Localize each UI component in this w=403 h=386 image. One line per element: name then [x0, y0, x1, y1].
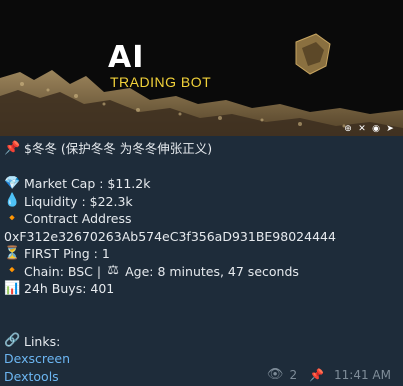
orange-diamond-icon: 🔸	[4, 210, 21, 226]
globe-icon[interactable]: ⊕	[343, 124, 353, 134]
banner-subtitle: TRADING BOT	[110, 74, 212, 90]
title-row: 📌 $冬冬 (保护冬冬 为冬冬伸张正义)	[4, 140, 399, 158]
message-card: AI TRADING BOT ⊕ ✕ ◉ ➤ 📌 $冬冬 (保护冬冬 为冬冬伸张…	[0, 0, 403, 386]
contract-label-row: 🔸 Contract Address	[4, 210, 399, 228]
contract-address-row: 0xF312e32670263Ab574eC3f356aD931BE980244…	[4, 228, 399, 246]
buys: 24h Buys: 401	[24, 281, 115, 296]
chain: Chain: BSC |	[24, 263, 102, 279]
message-text: 📌 $冬冬 (保护冬冬 为冬冬伸张正义) 💎 Market Cap : $11.…	[4, 140, 399, 385]
token-title: $冬冬 (保护冬冬 为冬冬伸张正义)	[24, 141, 213, 156]
dexscreen-link[interactable]: Dexscreen	[4, 350, 70, 368]
age: Age: 8 minutes, 47 seconds	[125, 263, 299, 279]
x-icon[interactable]: ✕	[357, 124, 367, 134]
droplet-icon: 💧	[4, 193, 21, 209]
first-ping-row: ⏳ FIRST Ping : 1	[4, 245, 399, 263]
pin-icon: 📌	[309, 367, 325, 382]
banner-image[interactable]: AI TRADING BOT ⊕ ✕ ◉ ➤	[0, 0, 403, 136]
first-ping: FIRST Ping : 1	[24, 246, 110, 261]
liquidity-row: 💧 Liquidity : $22.3k	[4, 193, 399, 211]
links-label-row: 🔗 Links:	[4, 333, 399, 351]
hourglass-icon: ⏳	[4, 245, 21, 261]
view-count: 2	[289, 367, 298, 382]
orange-diamond-icon: 🔸	[4, 263, 21, 279]
liquidity: Liquidity : $22.3k	[24, 193, 133, 209]
banner-artwork	[0, 0, 403, 136]
banner-title: AI	[108, 40, 145, 75]
dextools-link[interactable]: Dextools	[4, 368, 59, 386]
social-links: ⊕ ✕ ◉ ➤	[343, 124, 395, 134]
chain-row: 🔸 Chain: BSC | ⚖ Age: 8 minutes, 47 seco…	[4, 263, 399, 281]
link-row-1: Dexscreen	[4, 350, 399, 368]
contract-label: Contract Address	[24, 211, 132, 226]
market-cap: Market Cap : $11.2k	[24, 176, 151, 191]
message-meta: 👁 2 📌 11:41 AM	[267, 367, 391, 382]
message-time: 11:41 AM	[334, 367, 391, 382]
buys-row: 📊 24h Buys: 401	[4, 280, 399, 298]
discord-icon[interactable]: ◉	[371, 124, 381, 134]
pushpin-icon: 📌	[4, 140, 21, 156]
contract-address[interactable]: 0xF312e32670263Ab574eC3f356aD931BE980244…	[4, 228, 336, 246]
links-label: Links:	[24, 333, 61, 349]
scales-icon: ⚖	[107, 263, 119, 279]
gem-icon: 💎	[4, 175, 21, 191]
eye-icon: 👁	[266, 367, 284, 382]
link-icon: 🔗	[4, 333, 21, 349]
market-cap-row: 💎 Market Cap : $11.2k	[4, 175, 399, 193]
bar-chart-icon: 📊	[4, 280, 21, 296]
telegram-icon[interactable]: ➤	[385, 124, 395, 134]
